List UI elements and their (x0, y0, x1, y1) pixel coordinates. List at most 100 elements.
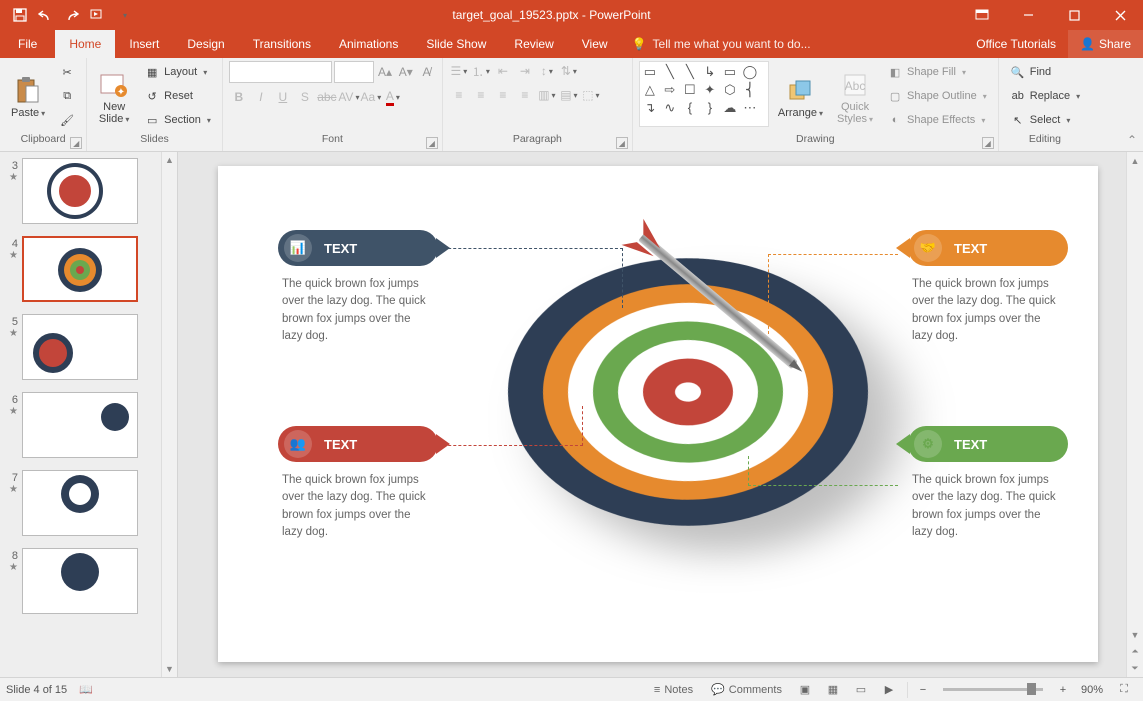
tab-view[interactable]: View (568, 30, 622, 58)
increase-font-icon[interactable]: A▴ (376, 62, 395, 82)
callout-bottom-right[interactable]: ⚙TEXT The quick brown fox jumps over the… (908, 426, 1068, 551)
notes-button[interactable]: ≡ Notes (646, 680, 701, 700)
shapes-gallery[interactable]: ▭╲╲↳▭◯ △⇨☐✦⬡⎨ ↴∿{}☁⋯ (639, 61, 769, 127)
ribbon-display-options-icon[interactable] (959, 0, 1005, 30)
callout-bottom-left[interactable]: 👥TEXT The quick brown fox jumps over the… (278, 426, 438, 551)
clipboard-dialog-launcher[interactable]: ◢ (70, 137, 82, 149)
section-button[interactable]: ▭Section (139, 109, 216, 131)
font-size-combo[interactable] (334, 61, 374, 83)
spellcheck-icon[interactable]: 📖 (79, 683, 93, 696)
qat-customize-icon[interactable] (112, 3, 136, 27)
prev-slide-icon[interactable]: ⏶ (1127, 643, 1143, 660)
font-name-combo[interactable] (229, 61, 332, 83)
cut-button[interactable]: ✂ (54, 61, 80, 83)
tab-animations[interactable]: Animations (325, 30, 412, 58)
bullets-button[interactable]: ☰ (449, 61, 469, 81)
canvas-vertical-scrollbar[interactable]: ▲ ▼⏶⏷ (1126, 152, 1143, 677)
scroll-down-icon[interactable]: ▼ (162, 661, 177, 677)
layout-button[interactable]: ▦Layout (139, 61, 216, 83)
justify-button[interactable]: ≡ (515, 85, 535, 105)
next-slide-icon[interactable]: ⏷ (1127, 660, 1143, 677)
redo-icon[interactable] (60, 3, 84, 27)
convert-smartart-button[interactable]: ⬚ (581, 85, 601, 105)
save-icon[interactable] (8, 3, 32, 27)
change-case-button[interactable]: Aa (361, 87, 381, 107)
copy-button[interactable]: ⧉ (54, 85, 80, 107)
zoom-slider[interactable] (943, 688, 1043, 691)
slide-canvas-area[interactable]: 📊TEXT The quick brown fox jumps over the… (178, 152, 1143, 677)
tab-transitions[interactable]: Transitions (239, 30, 325, 58)
undo-icon[interactable] (34, 3, 58, 27)
collapse-ribbon-icon[interactable]: ⌃ (1121, 58, 1143, 151)
tab-slideshow[interactable]: Slide Show (412, 30, 500, 58)
start-from-beginning-icon[interactable] (86, 3, 110, 27)
find-button[interactable]: 🔍Find (1005, 61, 1085, 83)
numbering-button[interactable]: ⒈ (471, 61, 491, 81)
replace-button[interactable]: abReplace (1005, 85, 1085, 107)
thumbnail-scrollbar[interactable]: ▲▼ (161, 152, 177, 677)
increase-indent-button[interactable]: ⇥ (515, 61, 535, 81)
zoom-in-button[interactable]: + (1053, 684, 1073, 696)
share-button[interactable]: 👤 Share (1068, 30, 1143, 58)
scroll-down-icon[interactable]: ▼ (1127, 626, 1143, 643)
thumbnail-7[interactable]: 7★ (0, 464, 177, 542)
zoom-level[interactable]: 90% (1081, 684, 1103, 696)
underline-button[interactable]: U (273, 87, 293, 107)
font-dialog-launcher[interactable]: ◢ (426, 137, 438, 149)
arrange-button[interactable]: Arrange (773, 61, 828, 133)
format-painter-button[interactable]: 🖌 (54, 109, 80, 131)
text-direction-button[interactable]: ⇅ (559, 61, 579, 81)
thumbnail-8[interactable]: 8★ (0, 542, 177, 620)
maximize-button[interactable] (1051, 0, 1097, 30)
fit-to-window-icon[interactable]: ⛶ (1111, 680, 1137, 700)
thumbnail-5[interactable]: 5★ (0, 308, 177, 386)
minimize-button[interactable] (1005, 0, 1051, 30)
slide[interactable]: 📊TEXT The quick brown fox jumps over the… (218, 166, 1098, 662)
reset-button[interactable]: ↺Reset (139, 85, 216, 107)
tell-me-search[interactable]: 💡 Tell me what you want to do... (622, 30, 965, 58)
strikethrough-button[interactable]: abc (317, 87, 337, 107)
normal-view-icon[interactable]: ▣ (792, 680, 818, 700)
tab-insert[interactable]: Insert (115, 30, 173, 58)
tab-file[interactable]: File (0, 30, 55, 58)
shadow-button[interactable]: S (295, 87, 315, 107)
shape-fill-button[interactable]: ◧Shape Fill (882, 61, 992, 83)
paste-button[interactable]: Paste (6, 61, 50, 133)
thumbnail-6[interactable]: 6★ (0, 386, 177, 464)
slide-counter[interactable]: Slide 4 of 15 (6, 684, 67, 696)
decrease-indent-button[interactable]: ⇤ (493, 61, 513, 81)
new-slide-button[interactable]: ✦ New Slide (93, 61, 135, 133)
slideshow-view-icon[interactable]: ▶ (876, 680, 902, 700)
close-button[interactable] (1097, 0, 1143, 30)
align-text-button[interactable]: ▤ (559, 85, 579, 105)
char-spacing-button[interactable]: AV (339, 87, 359, 107)
callout-top-left[interactable]: 📊TEXT The quick brown fox jumps over the… (278, 230, 438, 355)
zoom-slider-thumb[interactable] (1027, 683, 1036, 695)
shape-effects-button[interactable]: ◐Shape Effects (882, 109, 992, 131)
slide-sorter-view-icon[interactable]: ▦ (820, 680, 846, 700)
shape-outline-button[interactable]: ▢Shape Outline (882, 85, 992, 107)
scroll-up-icon[interactable]: ▲ (1127, 152, 1143, 169)
tab-office-tutorials[interactable]: Office Tutorials (964, 30, 1068, 58)
align-left-button[interactable]: ≡ (449, 85, 469, 105)
comments-button[interactable]: 💬 Comments (703, 680, 790, 700)
zoom-out-button[interactable]: − (913, 684, 933, 696)
scroll-up-icon[interactable]: ▲ (162, 152, 177, 168)
line-spacing-button[interactable]: ↕ (537, 61, 557, 81)
font-color-button[interactable]: A (383, 87, 403, 107)
quick-styles-button[interactable]: Abc Quick Styles (832, 61, 878, 133)
paragraph-dialog-launcher[interactable]: ◢ (616, 137, 628, 149)
reading-view-icon[interactable]: ▭ (848, 680, 874, 700)
thumbnail-4[interactable]: 4★ (0, 230, 177, 308)
align-center-button[interactable]: ≡ (471, 85, 491, 105)
slide-thumbnail-pane[interactable]: 3★ 4★ 5★ 6★ 7★ 8★ ▲▼ (0, 152, 178, 677)
tab-design[interactable]: Design (173, 30, 238, 58)
tab-home[interactable]: Home (55, 30, 115, 58)
select-button[interactable]: ↖Select (1005, 109, 1085, 131)
columns-button[interactable]: ▥ (537, 85, 557, 105)
callout-top-right[interactable]: 🤝TEXT The quick brown fox jumps over the… (908, 230, 1068, 355)
decrease-font-icon[interactable]: A▾ (396, 62, 415, 82)
thumbnail-3[interactable]: 3★ (0, 152, 177, 230)
italic-button[interactable]: I (251, 87, 271, 107)
align-right-button[interactable]: ≡ (493, 85, 513, 105)
